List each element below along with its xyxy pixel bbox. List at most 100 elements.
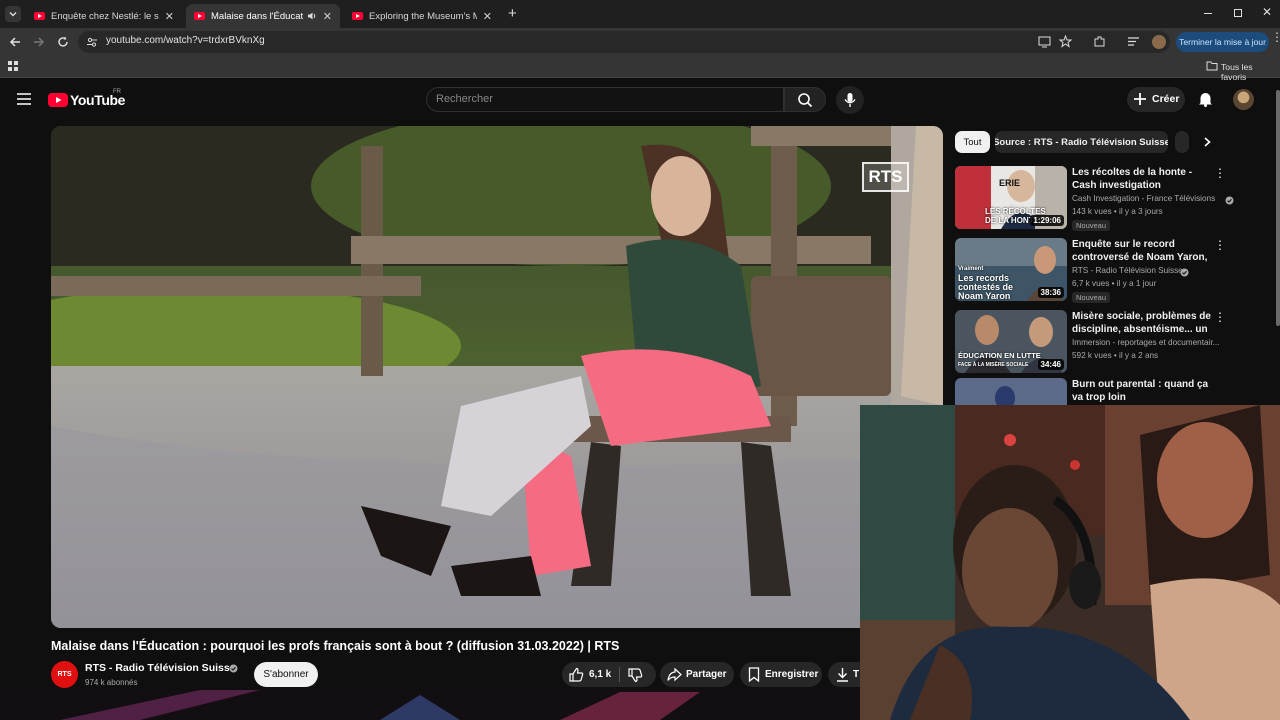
channel-name[interactable]: RTS - Radio Télévision Suisse <box>85 662 236 674</box>
verified-badge-icon <box>1225 196 1234 205</box>
video-duration: 38:36 <box>1037 287 1064 298</box>
download-icon <box>837 668 848 682</box>
region-code: FR <box>113 89 121 95</box>
download-button[interactable]: T <box>828 662 860 687</box>
notifications-bell-icon[interactable] <box>1198 91 1213 107</box>
forward-arrow-icon[interactable] <box>32 35 46 49</box>
channel-avatar[interactable]: RTS <box>51 661 78 688</box>
webcam-feed <box>860 405 1280 720</box>
profile-avatar[interactable] <box>1152 35 1166 49</box>
recommended-video[interactable]: Burn out parental : quand ça va trop loi… <box>955 378 1275 405</box>
video-duration: 34:46 <box>1037 359 1064 370</box>
bookmark-icon <box>748 667 760 682</box>
chip-source-rts[interactable]: Source : RTS - Radio Télévision Suisse <box>995 131 1168 153</box>
youtube-favicon-icon <box>34 12 45 20</box>
tab-search-button[interactable] <box>5 6 21 22</box>
youtube-logo-icon[interactable] <box>48 93 68 107</box>
minimize-icon[interactable] <box>1204 13 1212 14</box>
thumbs-down-icon[interactable] <box>628 668 643 683</box>
thumbnail-text: Les records <box>958 273 1010 283</box>
update-button[interactable]: Terminer la mise à jour <box>1176 32 1269 52</box>
search-icon <box>798 93 813 108</box>
site-info-icon[interactable] <box>86 36 98 48</box>
chip-partial[interactable] <box>1175 131 1189 153</box>
thumbnail-text: ÉDUCATION EN LUTTE <box>958 351 1041 360</box>
chip-all[interactable]: Tout <box>955 131 990 153</box>
recommended-video[interactable]: Vraiment Les records contestés de Noam Y… <box>955 238 1275 306</box>
browser-tab[interactable]: Enquête chez Nestlé: le scandale ✕ <box>26 4 182 28</box>
search-placeholder: Rechercher <box>436 93 493 105</box>
like-divider <box>619 667 620 682</box>
thumbnail-corner-text: Vraiment <box>958 266 984 272</box>
account-avatar[interactable] <box>1233 89 1254 110</box>
webcam-overlay <box>860 405 1280 720</box>
tab-title: Malaise dans l'Éducation : pourquoi <box>211 10 303 22</box>
video-thumbnail[interactable] <box>955 378 1067 405</box>
video-title[interactable]: Les récoltes de la honte - Cash investig… <box>1072 166 1214 192</box>
new-tab-icon[interactable]: + <box>508 5 517 22</box>
browser-tab-active[interactable]: Malaise dans l'Éducation : pourquoi ✕ <box>186 4 340 28</box>
sidebar-scrollbar[interactable] <box>1276 90 1280 326</box>
like-count[interactable]: 6,1 k <box>589 669 611 680</box>
reload-icon[interactable] <box>56 35 70 49</box>
browser-tab[interactable]: Exploring the Museum's Most ✕ <box>344 4 500 28</box>
save-button[interactable]: Enregistrer <box>740 662 822 687</box>
thumbs-up-icon[interactable] <box>569 667 584 682</box>
channel-name-text: RTS - Radio Télévision Suisse <box>1072 266 1183 275</box>
cast-icon[interactable] <box>1038 36 1051 48</box>
folder-icon <box>1206 61 1218 71</box>
channel-name[interactable]: Cash Investigation - France Télévisions <box>1072 194 1222 203</box>
recommended-video[interactable]: ÉDUCATION EN LUTTE FACE À LA MISÈRE SOCI… <box>955 310 1275 378</box>
save-label: Enregistrer <box>765 669 819 680</box>
share-button[interactable]: Partager <box>660 662 734 687</box>
all-bookmarks-label[interactable]: Tous les favoris <box>1221 62 1280 82</box>
share-arrow-icon <box>667 667 682 682</box>
close-tab-icon[interactable]: ✕ <box>323 10 332 23</box>
subscribe-button[interactable]: S'abonner <box>254 662 318 687</box>
video-title[interactable]: Misère sociale, problèmes de discipline,… <box>1072 310 1214 336</box>
video-thumbnail[interactable]: Vraiment Les records contestés de Noam Y… <box>955 238 1067 301</box>
close-window-icon[interactable]: ✕ <box>1262 5 1272 19</box>
chevron-right-icon[interactable] <box>1201 136 1213 148</box>
youtube-favicon-icon <box>352 12 363 20</box>
video-title[interactable]: Enquête sur le record controversé de Noa… <box>1072 238 1214 264</box>
verified-badge-icon <box>1180 268 1189 277</box>
video-thumbnail[interactable]: ÉDUCATION EN LUTTE FACE À LA MISÈRE SOCI… <box>955 310 1067 373</box>
url-text[interactable]: youtube.com/watch?v=trdxrBVknXg <box>106 35 265 46</box>
channel-name[interactable]: Immersion - reportages et documentair... <box>1072 338 1222 347</box>
video-thumbnail[interactable]: ERIE LES RÉCOLTES DE LA HONTE 1:29:06 <box>955 166 1067 229</box>
voice-search-button[interactable] <box>836 86 864 114</box>
video-stats: 6,7 k vues • il y a 1 jour <box>1072 279 1157 288</box>
more-actions-icon[interactable]: ⋮ <box>1214 166 1226 180</box>
video-frame <box>51 126 943 628</box>
apps-grid-icon[interactable] <box>8 61 19 72</box>
download-label: T <box>853 669 860 680</box>
new-badge: Nouveau <box>1072 292 1111 303</box>
more-actions-icon[interactable]: ⋮ <box>1214 238 1226 252</box>
youtube-favicon-icon <box>194 12 205 20</box>
hamburger-menu-icon[interactable] <box>17 93 31 105</box>
browser-menu-icon[interactable]: ⋮ <box>1271 31 1280 43</box>
speaker-icon[interactable] <box>307 11 317 21</box>
more-actions-icon[interactable]: ⋮ <box>1214 310 1226 324</box>
close-tab-icon[interactable]: ✕ <box>165 10 174 23</box>
video-stats: 143 k vues • il y a 3 jours <box>1072 207 1163 216</box>
new-badge: Nouveau <box>1072 220 1111 231</box>
search-button[interactable] <box>784 87 826 112</box>
channel-name[interactable]: RTS - Radio Télévision Suisse <box>1072 266 1222 275</box>
extensions-icon[interactable] <box>1093 35 1106 48</box>
reading-list-icon[interactable] <box>1127 35 1140 48</box>
create-label: Créer <box>1152 93 1180 105</box>
maximize-icon[interactable] <box>1234 9 1242 17</box>
video-title[interactable]: Burn out parental : quand ça va trop loi… <box>1072 378 1214 404</box>
video-player[interactable] <box>51 126 943 628</box>
star-bookmark-icon[interactable] <box>1059 35 1072 48</box>
back-arrow-icon[interactable] <box>8 35 22 49</box>
tab-title: Enquête chez Nestlé: le scandale <box>51 10 159 22</box>
close-tab-icon[interactable]: ✕ <box>483 10 492 23</box>
bookmarks-bar <box>0 56 1280 78</box>
overlay-strip <box>0 690 860 720</box>
recommended-video[interactable]: ERIE LES RÉCOLTES DE LA HONTE 1:29:06 Le… <box>955 166 1275 234</box>
plus-icon <box>1134 93 1146 105</box>
thumbnail-text: Noam Yaron <box>958 291 1011 301</box>
